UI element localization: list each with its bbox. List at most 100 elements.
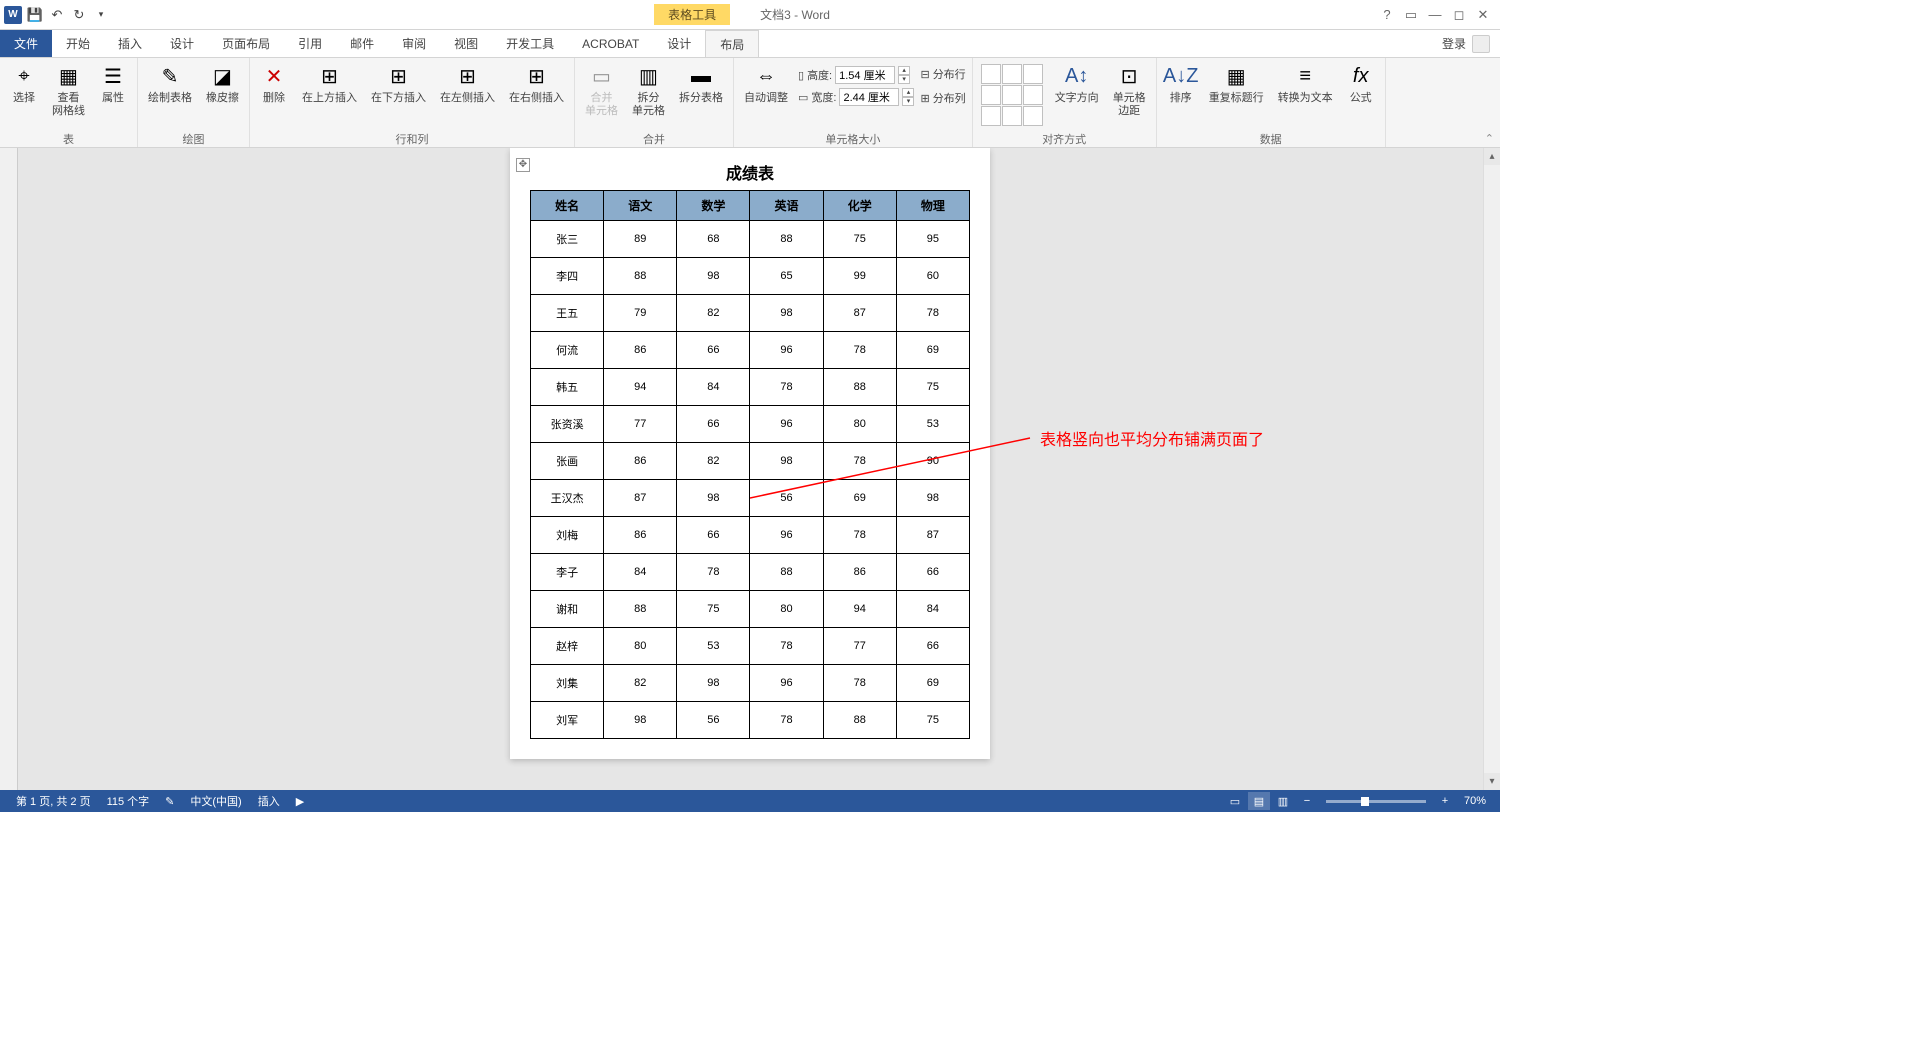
insert-below-button[interactable]: ⊞在下方插入 xyxy=(365,60,432,107)
table-cell[interactable]: 王汉杰 xyxy=(531,480,604,517)
table-cell[interactable]: 79 xyxy=(604,295,677,332)
table-cell[interactable]: 88 xyxy=(750,221,823,258)
table-cell[interactable]: 78 xyxy=(750,369,823,406)
table-cell[interactable]: 98 xyxy=(604,702,677,739)
table-cell[interactable]: 谢和 xyxy=(531,591,604,628)
table-header[interactable]: 化学 xyxy=(823,191,896,221)
draw-table-button[interactable]: ✎绘制表格 xyxy=(142,60,198,107)
table-cell[interactable]: 张画 xyxy=(531,443,604,480)
table-cell[interactable]: 66 xyxy=(896,554,969,591)
table-cell[interactable]: 82 xyxy=(677,443,750,480)
table-cell[interactable]: 王五 xyxy=(531,295,604,332)
table-cell[interactable]: 94 xyxy=(823,591,896,628)
repeat-header-button[interactable]: ▦重复标题行 xyxy=(1203,60,1270,107)
table-cell[interactable]: 66 xyxy=(677,406,750,443)
table-cell[interactable]: 94 xyxy=(604,369,677,406)
text-direction-button[interactable]: A↕文字方向 xyxy=(1049,60,1105,107)
table-cell[interactable]: 78 xyxy=(677,554,750,591)
zoom-out-button[interactable]: − xyxy=(1296,792,1318,810)
align-bc[interactable] xyxy=(1002,106,1022,126)
table-cell[interactable]: 李四 xyxy=(531,258,604,295)
select-button[interactable]: ⌖选择 xyxy=(4,60,44,107)
table-cell[interactable]: 84 xyxy=(677,369,750,406)
table-cell[interactable]: 98 xyxy=(677,665,750,702)
table-header[interactable]: 物理 xyxy=(896,191,969,221)
table-row[interactable]: 张三8968887595 xyxy=(531,221,970,258)
tab-table-layout[interactable]: 布局 xyxy=(705,30,759,57)
align-tc[interactable] xyxy=(1002,64,1022,84)
table-move-handle-icon[interactable]: ✥ xyxy=(516,158,530,172)
tab-mailings[interactable]: 邮件 xyxy=(336,30,388,57)
tab-design[interactable]: 设计 xyxy=(156,30,208,57)
table-cell[interactable]: 78 xyxy=(750,702,823,739)
table-cell[interactable]: 84 xyxy=(604,554,677,591)
table-cell[interactable]: 刘集 xyxy=(531,665,604,702)
table-cell[interactable]: 96 xyxy=(750,665,823,702)
table-cell[interactable]: 87 xyxy=(823,295,896,332)
table-cell[interactable]: 77 xyxy=(604,406,677,443)
table-cell[interactable]: 95 xyxy=(896,221,969,258)
table-row[interactable]: 赵梓8053787766 xyxy=(531,628,970,665)
table-cell[interactable]: 韩五 xyxy=(531,369,604,406)
table-row[interactable]: 刘集8298967869 xyxy=(531,665,970,702)
status-words[interactable]: 115 个字 xyxy=(99,793,158,809)
table-cell[interactable]: 96 xyxy=(750,332,823,369)
width-down[interactable]: ▾ xyxy=(902,97,914,106)
height-up[interactable]: ▴ xyxy=(898,66,910,75)
table-cell[interactable]: 李子 xyxy=(531,554,604,591)
table-row[interactable]: 刘梅8666967887 xyxy=(531,517,970,554)
distribute-cols-button[interactable]: ⊞分布列 xyxy=(920,90,965,106)
table-cell[interactable]: 98 xyxy=(677,480,750,517)
table-cell[interactable]: 69 xyxy=(896,332,969,369)
table-header[interactable]: 语文 xyxy=(604,191,677,221)
table-cell[interactable]: 刘梅 xyxy=(531,517,604,554)
table-cell[interactable]: 张资溪 xyxy=(531,406,604,443)
table-row[interactable]: 刘军9856788875 xyxy=(531,702,970,739)
align-mr[interactable] xyxy=(1023,85,1043,105)
tab-table-design[interactable]: 设计 xyxy=(653,30,705,57)
table-cell[interactable]: 98 xyxy=(677,258,750,295)
properties-button[interactable]: ☰属性 xyxy=(93,60,133,107)
status-page[interactable]: 第 1 页, 共 2 页 xyxy=(8,793,99,809)
table-row[interactable]: 李子8478888666 xyxy=(531,554,970,591)
zoom-in-button[interactable]: + xyxy=(1434,792,1456,810)
table-cell[interactable]: 98 xyxy=(750,295,823,332)
table-cell[interactable]: 75 xyxy=(896,702,969,739)
sort-button[interactable]: A↓Z排序 xyxy=(1161,60,1201,107)
align-ml[interactable] xyxy=(981,85,1001,105)
distribute-rows-button[interactable]: ⊟分布行 xyxy=(920,66,965,82)
table-cell[interactable]: 88 xyxy=(823,369,896,406)
scroll-down-icon[interactable]: ▾ xyxy=(1484,773,1500,790)
table-cell[interactable]: 60 xyxy=(896,258,969,295)
table-cell[interactable]: 75 xyxy=(896,369,969,406)
tab-file[interactable]: 文件 xyxy=(0,30,52,57)
vertical-ruler[interactable] xyxy=(0,148,18,790)
vertical-scrollbar[interactable]: ▴ ▾ xyxy=(1483,148,1500,790)
width-input[interactable] xyxy=(839,88,899,106)
align-tl[interactable] xyxy=(981,64,1001,84)
minimize-button[interactable]: — xyxy=(1424,5,1446,25)
table-cell[interactable]: 86 xyxy=(823,554,896,591)
zoom-percentage[interactable]: 70% xyxy=(1458,795,1492,807)
redo-icon[interactable]: ↻ xyxy=(70,6,88,24)
table-cell[interactable]: 86 xyxy=(604,332,677,369)
close-button[interactable]: ✕ xyxy=(1472,5,1494,25)
table-cell[interactable]: 66 xyxy=(677,517,750,554)
help-button[interactable]: ? xyxy=(1376,5,1398,25)
table-cell[interactable]: 75 xyxy=(823,221,896,258)
table-cell[interactable]: 68 xyxy=(677,221,750,258)
table-row[interactable]: 韩五9484788875 xyxy=(531,369,970,406)
table-cell[interactable]: 80 xyxy=(750,591,823,628)
insert-above-button[interactable]: ⊞在上方插入 xyxy=(296,60,363,107)
height-input[interactable] xyxy=(835,66,895,84)
tab-home[interactable]: 开始 xyxy=(52,30,104,57)
qat-dropdown-icon[interactable]: ▾ xyxy=(92,6,110,24)
table-row[interactable]: 王五7982988778 xyxy=(531,295,970,332)
status-insert-mode[interactable]: 插入 xyxy=(250,793,288,809)
split-cells-button[interactable]: ▥拆分 单元格 xyxy=(626,60,671,120)
zoom-slider[interactable] xyxy=(1326,800,1426,803)
align-tr[interactable] xyxy=(1023,64,1043,84)
insert-left-button[interactable]: ⊞在左侧插入 xyxy=(434,60,501,107)
table-cell[interactable]: 78 xyxy=(823,665,896,702)
table-cell[interactable]: 82 xyxy=(604,665,677,702)
